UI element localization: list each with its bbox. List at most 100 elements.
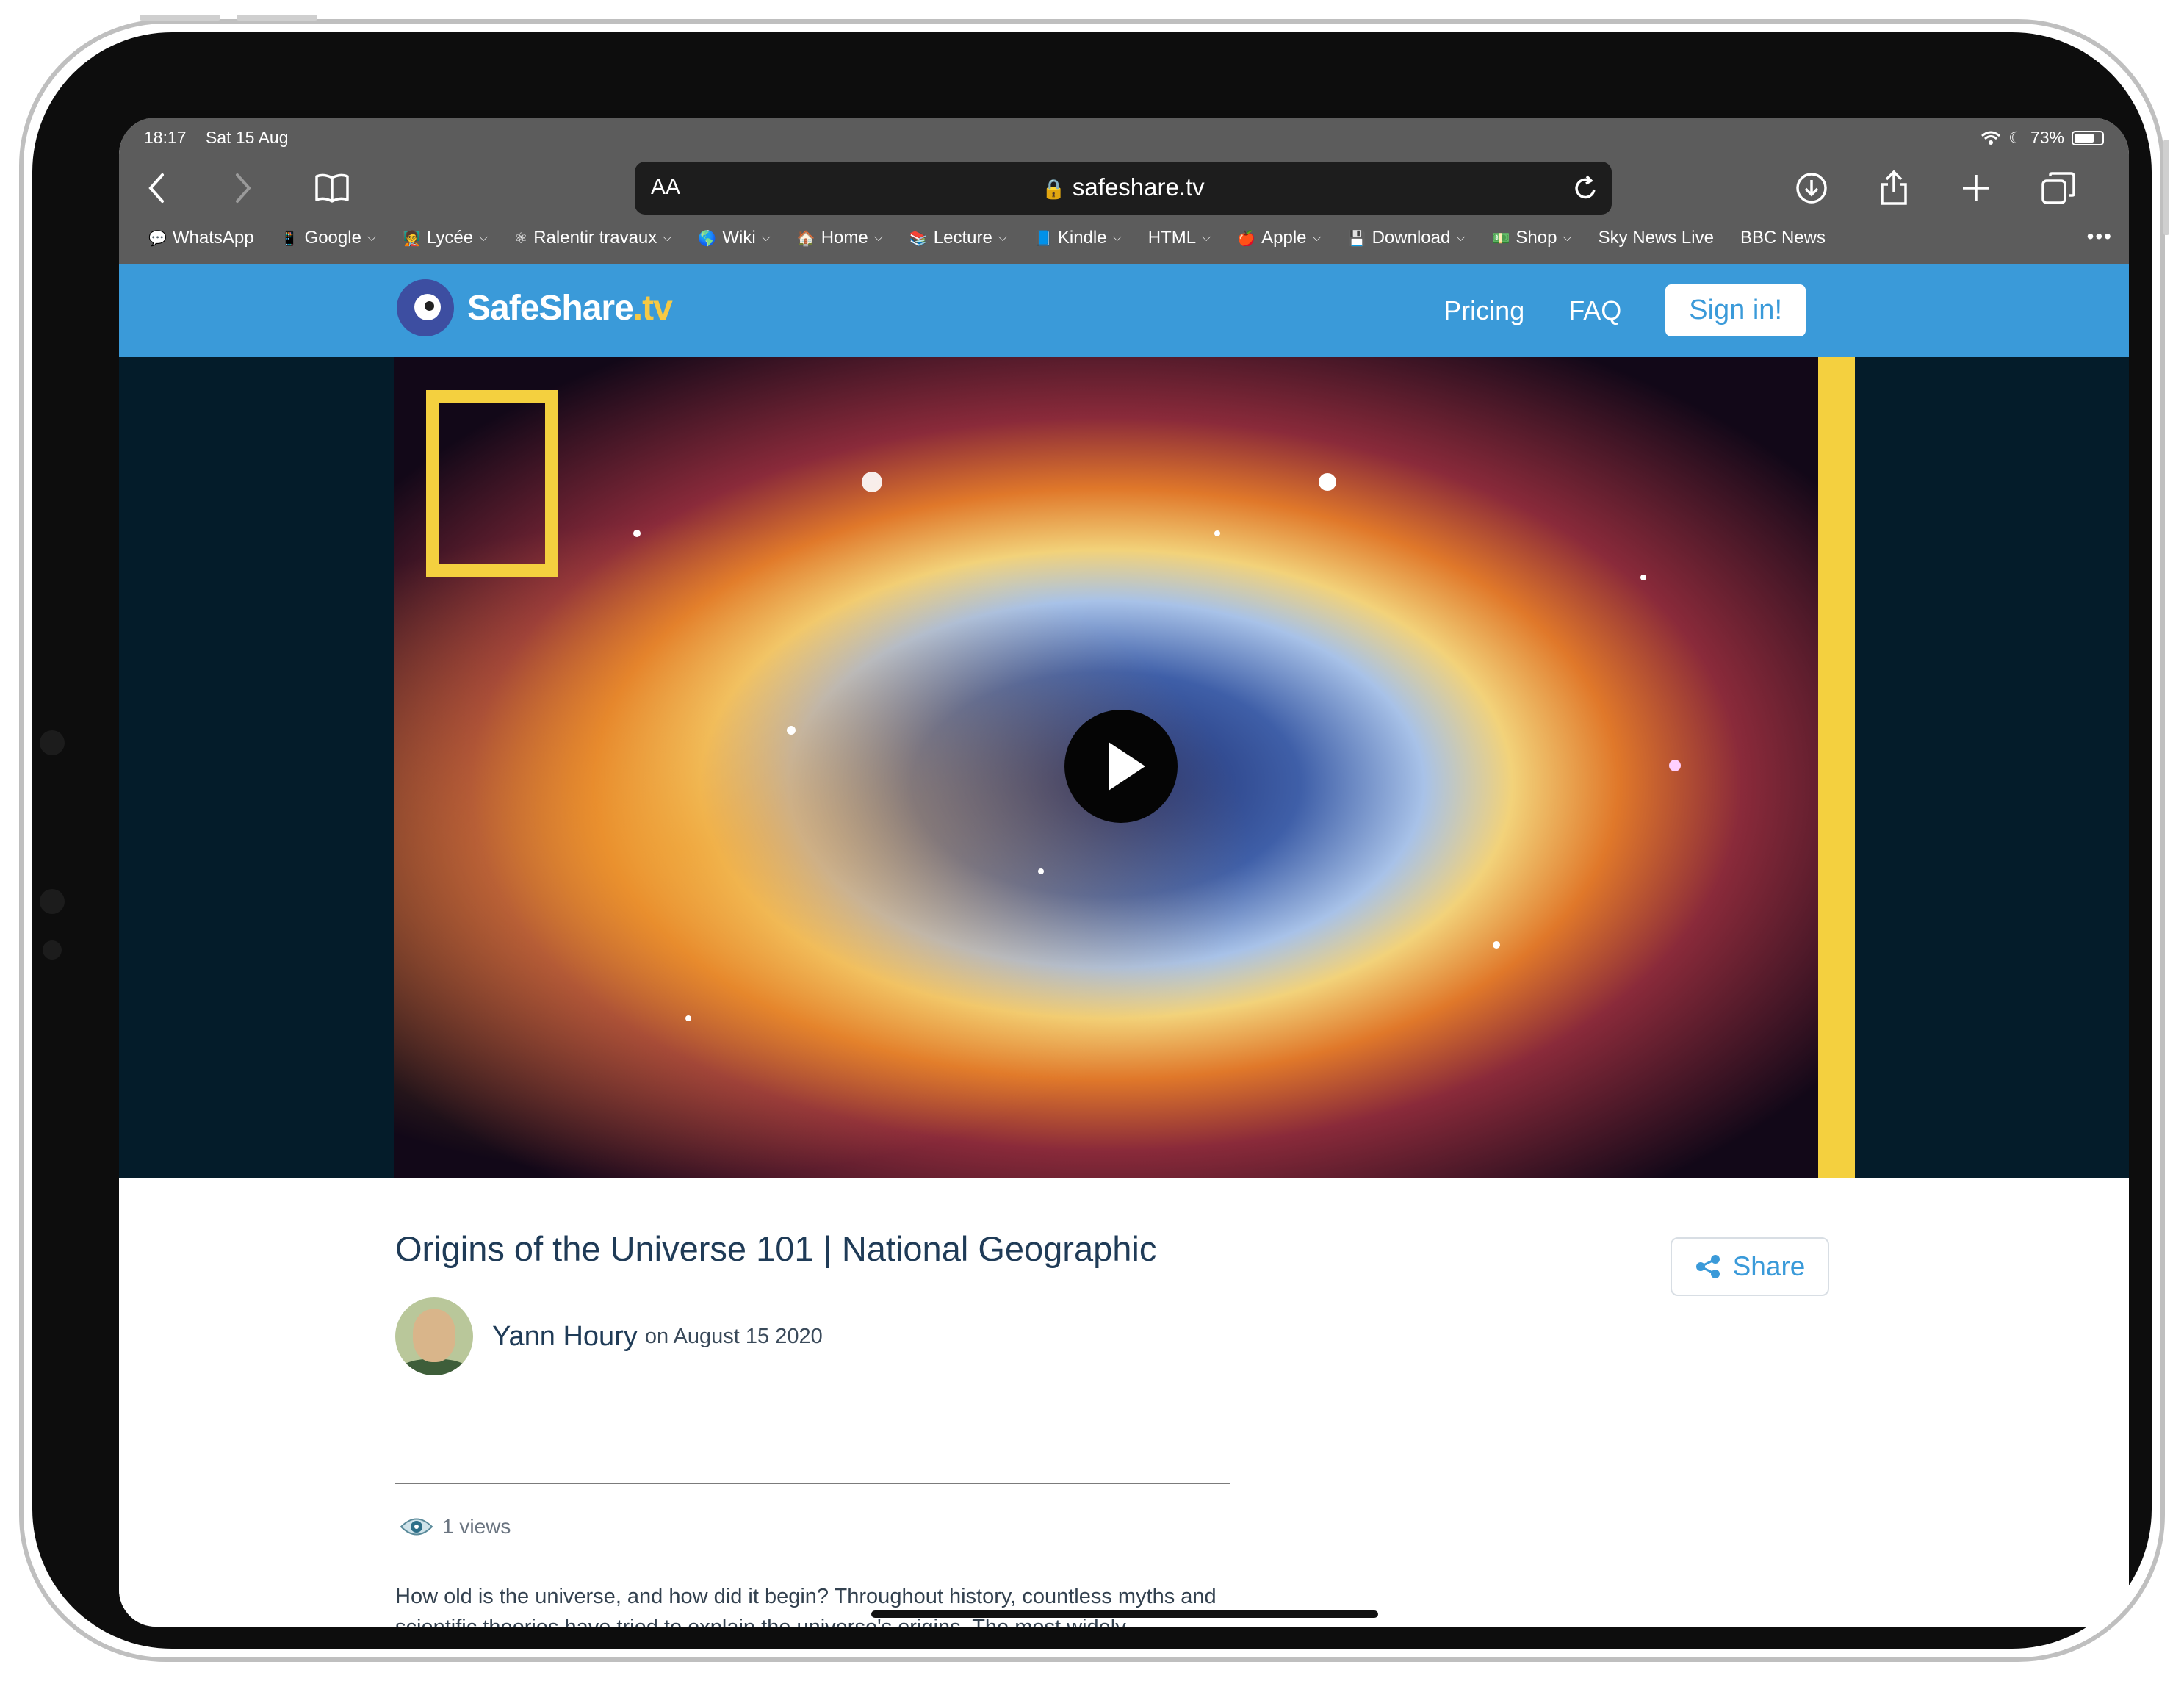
video-description: How old is the universe, and how did it … [395, 1585, 1217, 1627]
site-header: SafeShare.tv Pricing FAQ Sign in! [119, 264, 2129, 357]
bookmark-bbc-news[interactable]: BBC News [1740, 228, 1826, 248]
video-area [119, 357, 2129, 1178]
bookmark-kindle[interactable]: 📘 Kindle ⌵ [1034, 228, 1122, 248]
share-nodes-icon [1695, 1255, 1720, 1278]
back-icon[interactable] [135, 166, 179, 210]
author-name[interactable]: Yann Houry [492, 1321, 638, 1353]
chevron-down-icon: ⌵ [367, 231, 377, 244]
bookmark-label: Wiki [722, 228, 756, 248]
logo-suffix: .tv [633, 288, 673, 328]
power-button [2163, 140, 2169, 235]
signin-button[interactable]: Sign in! [1665, 284, 1806, 336]
status-bar: 18:17 Sat 15 Aug ☾ 73% [144, 128, 2104, 153]
battery-level [2075, 133, 2094, 143]
battery-percent: 73% [2030, 128, 2064, 147]
home-indicator[interactable] [871, 1610, 1378, 1618]
bookmark-icon: 💬 [148, 230, 167, 247]
volume-button-top-2 [237, 15, 317, 21]
reload-icon[interactable] [1571, 173, 1600, 203]
bookmark-icon: ⚛ [514, 230, 528, 247]
bookmark-label: Download [1372, 228, 1451, 248]
browser-chrome: 18:17 Sat 15 Aug ☾ 73% AA 🔒 safeshare.tv… [119, 118, 2129, 264]
moon-icon: ☾ [2008, 128, 2023, 147]
video-title: Origins of the Universe 101 | National G… [395, 1229, 1157, 1268]
bookmark-whatsapp[interactable]: 💬 WhatsApp [148, 228, 254, 248]
bookmark-icon: 🏠 [796, 230, 815, 247]
more-bookmarks-icon[interactable]: ••• [2087, 225, 2113, 248]
bookmark-icon: 📘 [1033, 230, 1052, 247]
avatar[interactable] [395, 1297, 473, 1375]
bookmark-icon: 💾 [1347, 230, 1366, 247]
nav-pricing[interactable]: Pricing [1444, 295, 1524, 326]
wifi-icon [1981, 131, 2001, 145]
toolbar: AA 🔒 safeshare.tv [119, 162, 2129, 215]
bookmark-html[interactable]: HTML ⌵ [1148, 228, 1211, 248]
bookmark-wiki[interactable]: 🌎 Wiki ⌵ [698, 228, 770, 248]
bookmark-shop[interactable]: 💵 Shop ⌵ [1491, 228, 1571, 248]
logo-mascot-icon [397, 279, 454, 336]
natgeo-side-bar [1818, 357, 1855, 1178]
chevron-down-icon: ⌵ [1563, 231, 1572, 244]
lock-icon: 🔒 [1042, 178, 1066, 200]
chevron-down-icon: ⌵ [1202, 231, 1211, 244]
safeshare-logo[interactable]: SafeShare.tv [397, 279, 673, 336]
share-label: Share [1732, 1251, 1806, 1281]
bookmark-icon: 🍎 [1237, 230, 1256, 247]
share-button[interactable]: Share [1671, 1237, 1829, 1296]
publish-date: on August 15 2020 [644, 1324, 823, 1348]
chevron-down-icon: ⌵ [1456, 231, 1466, 244]
tabs-icon[interactable] [2036, 166, 2080, 210]
bookmark-google[interactable]: 📱 Google ⌵ [281, 228, 376, 248]
bookmark-lyc-e[interactable]: 🧑‍🏫 Lycée ⌵ [403, 228, 488, 248]
bookmarks-icon[interactable] [310, 166, 354, 210]
bookmark-lecture[interactable]: 📚 Lecture ⌵ [909, 228, 1007, 248]
bookmark-home[interactable]: 🏠 Home ⌵ [797, 228, 883, 248]
play-button[interactable] [1064, 710, 1178, 823]
ipad-frame: 18:17 Sat 15 Aug ☾ 73% AA 🔒 safeshare.tv… [19, 15, 2169, 1662]
status-date: Sat 15 Aug [205, 128, 289, 147]
chevron-down-icon: ⌵ [1312, 231, 1322, 244]
volume-button-top [140, 15, 220, 21]
url-text: safeshare.tv [1072, 173, 1205, 201]
bookmark-sky-news-live[interactable]: Sky News Live [1599, 228, 1714, 248]
bookmark-label: Sky News Live [1598, 228, 1714, 248]
sensor-icon-2 [43, 940, 62, 960]
bookmark-icon: 📱 [280, 230, 299, 247]
bookmark-label: HTML [1147, 228, 1197, 248]
screen: 18:17 Sat 15 Aug ☾ 73% AA 🔒 safeshare.tv… [119, 118, 2129, 1627]
bookmark-ralentir-travaux[interactable]: ⚛ Ralentir travaux ⌵ [514, 228, 671, 248]
bookmark-label: BBC News [1740, 228, 1826, 248]
bookmark-icon: 💵 [1491, 230, 1510, 247]
chevron-down-icon: ⌵ [873, 231, 883, 244]
url-display[interactable]: 🔒 safeshare.tv [635, 173, 1612, 201]
video-player[interactable] [394, 357, 1818, 1178]
author-info: Yann Houry on August 15 2020 [395, 1297, 823, 1375]
address-bar[interactable]: AA 🔒 safeshare.tv [635, 162, 1612, 215]
chevron-down-icon: ⌵ [479, 231, 489, 244]
logo-text: SafeShare [467, 288, 634, 328]
view-count: 1 views [400, 1515, 511, 1538]
bookmark-label: WhatsApp [172, 228, 254, 248]
bookmark-label: Lecture [933, 228, 992, 248]
bookmark-icon: 📚 [909, 230, 928, 247]
forward-icon[interactable] [220, 166, 264, 210]
bookmark-label: Shop [1516, 228, 1557, 248]
new-tab-icon[interactable] [1954, 166, 1998, 210]
bookmark-download[interactable]: 💾 Download ⌵ [1348, 228, 1466, 248]
bookmark-label: Ralentir travaux [533, 228, 657, 248]
download-icon[interactable] [1790, 166, 1834, 210]
eye-icon [400, 1518, 433, 1536]
divider [395, 1483, 1230, 1484]
bookmark-label: Home [821, 228, 868, 248]
bookmark-icon: 🌎 [698, 230, 717, 247]
bookmark-apple[interactable]: 🍎 Apple ⌵ [1237, 228, 1321, 248]
bezel: 18:17 Sat 15 Aug ☾ 73% AA 🔒 safeshare.tv… [32, 32, 2152, 1649]
chevron-down-icon: ⌵ [663, 231, 672, 244]
favorites-bar: 💬 WhatsApp 📱 Google ⌵ 🧑‍🏫 Lycée ⌵ ⚛ Ralentir trav… [148, 222, 2114, 254]
video-details: Origins of the Universe 101 | National G… [119, 1178, 2129, 1627]
bookmark-label: Lycée [426, 228, 474, 248]
share-icon[interactable] [1872, 166, 1916, 210]
site-nav: Pricing FAQ Sign in! [1444, 284, 1806, 336]
camera-icon [40, 730, 65, 755]
nav-faq[interactable]: FAQ [1568, 295, 1621, 326]
